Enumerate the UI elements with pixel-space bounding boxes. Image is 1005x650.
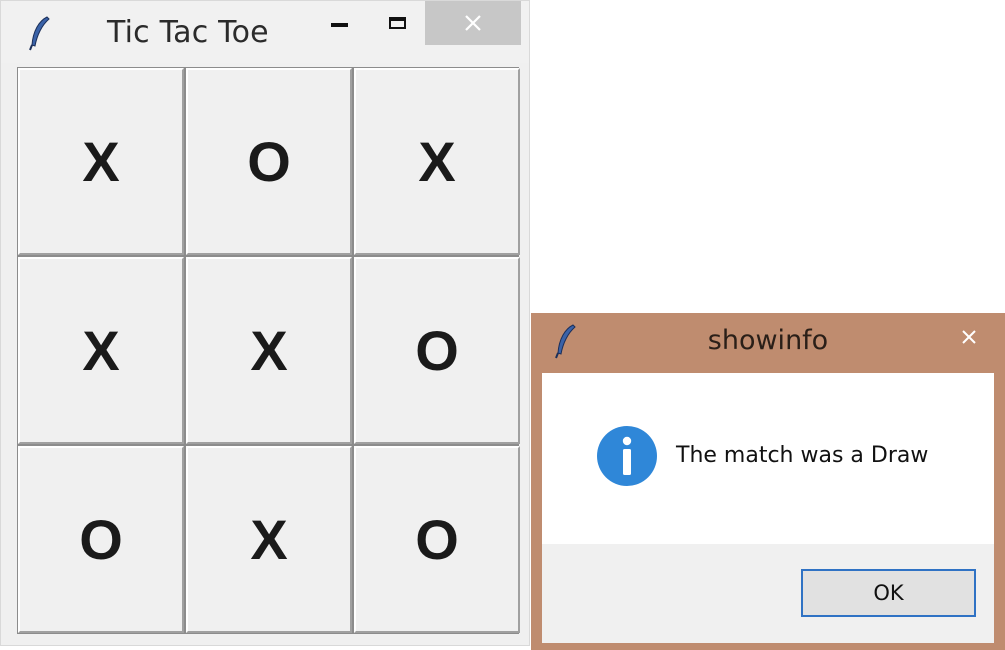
dialog-title: showinfo [707, 325, 829, 356]
dialog-footer: OK [542, 544, 994, 643]
ok-button[interactable]: OK [801, 569, 976, 617]
board-cell-9[interactable]: O [354, 446, 520, 633]
info-icon [597, 426, 657, 486]
board-cell-8[interactable]: X [186, 446, 352, 633]
board-cell-3[interactable]: X [354, 68, 520, 255]
board-cell-1[interactable]: X [18, 68, 184, 255]
minimize-icon [330, 23, 348, 27]
feather-icon [29, 16, 50, 51]
dialog-close-button[interactable] [951, 319, 987, 355]
game-board: X O X X X O O X O [17, 67, 520, 634]
window-title: Tic Tac Toe [107, 15, 269, 50]
close-icon [465, 15, 481, 31]
dialog-message: The match was a Draw [676, 443, 929, 468]
maximize-button[interactable] [375, 1, 419, 45]
tic-tac-toe-window: Tic Tac Toe X O X X X O O X O [0, 0, 530, 646]
board-cell-6[interactable]: O [354, 257, 520, 444]
title-bar: Tic Tac Toe [1, 1, 529, 63]
board-cell-4[interactable]: X [18, 257, 184, 444]
dialog-body: The match was a Draw OK [542, 373, 994, 643]
board-cell-2[interactable]: O [186, 68, 352, 255]
board-cell-5[interactable]: X [186, 257, 352, 444]
showinfo-dialog: showinfo The match was a Draw OK [531, 313, 1005, 650]
close-button[interactable] [425, 1, 521, 45]
close-icon [962, 330, 976, 344]
minimize-button[interactable] [319, 1, 359, 45]
maximize-icon [388, 17, 406, 29]
board-cell-7[interactable]: O [18, 446, 184, 633]
